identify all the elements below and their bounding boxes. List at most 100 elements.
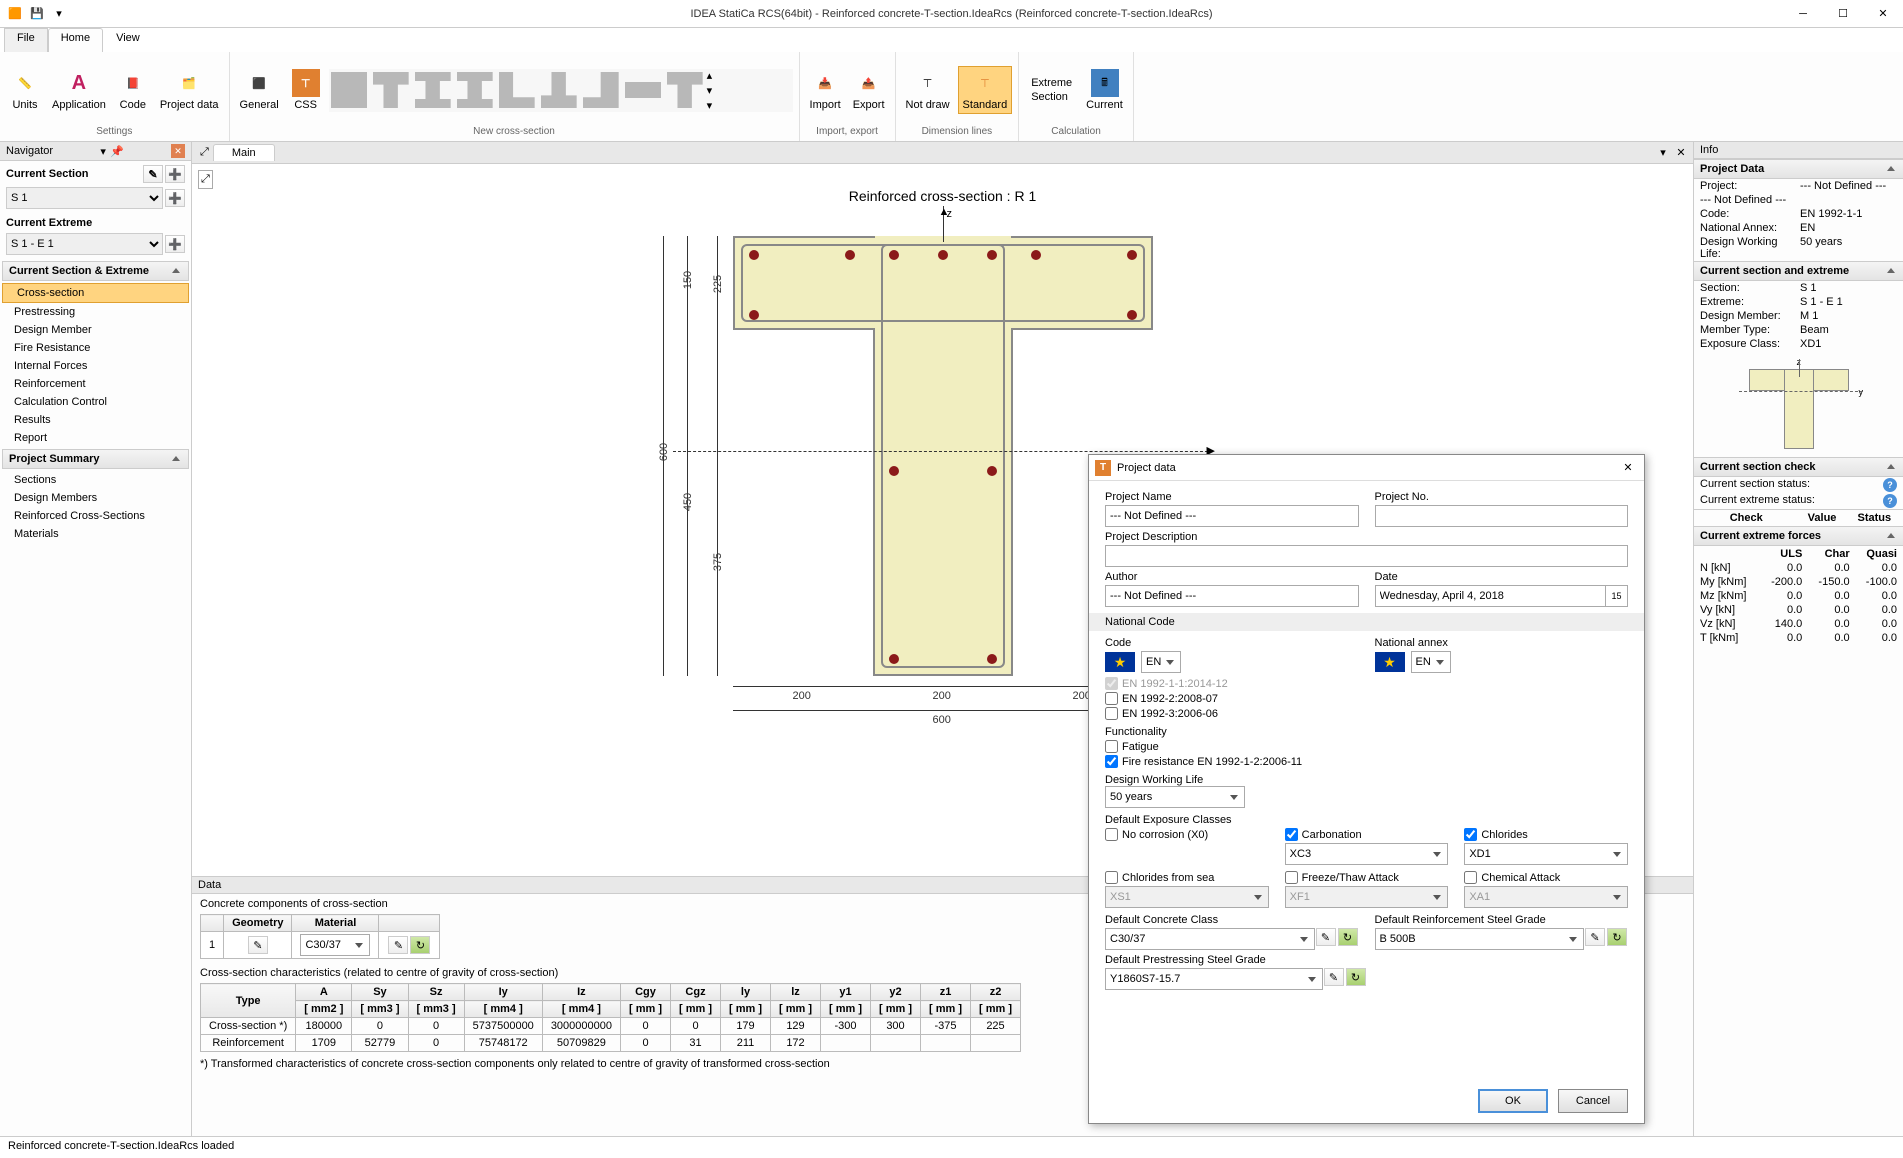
nav-cross-section[interactable]: Cross-section bbox=[2, 283, 189, 303]
code3-checkbox[interactable] bbox=[1105, 707, 1118, 720]
maximize-button[interactable]: ☐ bbox=[1823, 2, 1863, 26]
nav-group-project-summary[interactable]: Project Summary bbox=[2, 449, 189, 469]
cancel-button[interactable]: Cancel bbox=[1558, 1089, 1628, 1113]
project-no-input[interactable] bbox=[1375, 505, 1629, 527]
nav-close-icon[interactable]: ✕ bbox=[171, 144, 185, 158]
general-button[interactable]: ⬛General bbox=[236, 67, 283, 113]
import-button[interactable]: 📥Import bbox=[806, 67, 845, 113]
shape-t-icon[interactable] bbox=[373, 72, 409, 108]
dialog-titlebar[interactable]: T Project data ✕ bbox=[1089, 455, 1644, 481]
info-project-data[interactable]: Project Data bbox=[1694, 159, 1903, 179]
nocorr-checkbox[interactable] bbox=[1105, 828, 1118, 841]
sea-checkbox[interactable] bbox=[1105, 871, 1118, 884]
help-icon[interactable]: ? bbox=[1883, 478, 1897, 492]
units-button[interactable]: 📏Units bbox=[6, 67, 44, 113]
reinf-combo[interactable]: B 500B bbox=[1375, 928, 1585, 950]
nav-prestressing[interactable]: Prestressing bbox=[0, 303, 191, 321]
section-add-icon[interactable]: ➕ bbox=[165, 165, 185, 183]
edit-mat-icon[interactable]: ✎ bbox=[388, 936, 408, 954]
chlor-combo[interactable]: XD1 bbox=[1464, 843, 1628, 865]
working-life-combo[interactable]: 50 years bbox=[1105, 786, 1245, 808]
date-input[interactable] bbox=[1375, 585, 1607, 607]
calendar-icon[interactable]: 15 bbox=[1606, 585, 1628, 607]
section-dup-icon[interactable]: ➕ bbox=[165, 189, 185, 207]
info-cse[interactable]: Current section and extreme bbox=[1694, 261, 1903, 281]
nav-reinforcement[interactable]: Reinforcement bbox=[0, 375, 191, 393]
nav-group-section-extreme[interactable]: Current Section & Extreme bbox=[2, 261, 189, 281]
freeze-checkbox[interactable] bbox=[1285, 871, 1298, 884]
help-icon[interactable]: ? bbox=[1883, 494, 1897, 508]
nav-design-member[interactable]: Design Member bbox=[0, 321, 191, 339]
project-data-button[interactable]: 🗂️Project data bbox=[156, 67, 223, 113]
reload-icon[interactable]: ↻ bbox=[1607, 928, 1627, 946]
nav-materials[interactable]: Materials bbox=[0, 525, 191, 543]
fatigue-checkbox[interactable] bbox=[1105, 740, 1118, 753]
shape-l-icon[interactable] bbox=[499, 72, 535, 108]
shape-t2-icon[interactable] bbox=[667, 72, 703, 108]
reload-icon[interactable]: ↻ bbox=[1338, 928, 1358, 946]
nav-internal-forces[interactable]: Internal Forces bbox=[0, 357, 191, 375]
carb-checkbox[interactable] bbox=[1285, 828, 1298, 841]
description-input[interactable] bbox=[1105, 545, 1628, 567]
shape-i2-icon[interactable] bbox=[457, 72, 493, 108]
pin-icon[interactable]: 📌 bbox=[110, 145, 124, 158]
prestress-combo[interactable]: Y1860S7-15.7 bbox=[1105, 968, 1323, 990]
cross-section-gallery[interactable]: ▴▾▾ bbox=[329, 69, 793, 112]
section-button[interactable]: Section bbox=[1025, 90, 1078, 104]
tab-home-icon[interactable]: ⤢ bbox=[196, 144, 213, 161]
chlor-checkbox[interactable] bbox=[1464, 828, 1477, 841]
shape-rect-icon[interactable] bbox=[331, 72, 367, 108]
notdraw-button[interactable]: ⊤Not draw bbox=[902, 67, 954, 113]
edit-icon[interactable]: ✎ bbox=[1585, 928, 1605, 946]
code2-checkbox[interactable] bbox=[1105, 692, 1118, 705]
nav-report[interactable]: Report bbox=[0, 429, 191, 447]
project-name-input[interactable] bbox=[1105, 505, 1359, 527]
fit-icon[interactable]: ⤢ bbox=[198, 170, 213, 189]
main-close-icon[interactable]: ✕ bbox=[1673, 145, 1689, 161]
standard-button[interactable]: ⊤Standard bbox=[958, 66, 1013, 114]
ok-button[interactable]: OK bbox=[1478, 1089, 1548, 1113]
material-combo[interactable]: C30/37 bbox=[300, 934, 370, 956]
save-icon[interactable]: 💾 bbox=[28, 5, 46, 23]
concrete-combo[interactable]: C30/37 bbox=[1105, 928, 1315, 950]
application-button[interactable]: AApplication bbox=[48, 67, 110, 113]
author-input[interactable] bbox=[1105, 585, 1359, 607]
add-mat-icon[interactable]: ↻ bbox=[410, 936, 430, 954]
nav-fire-resistance[interactable]: Fire Resistance bbox=[0, 339, 191, 357]
chem-checkbox[interactable] bbox=[1464, 871, 1477, 884]
current-section-combo[interactable]: S 1 bbox=[6, 187, 163, 209]
reload-icon[interactable]: ↻ bbox=[1346, 968, 1366, 986]
nav-dropdown-icon[interactable]: ▾ bbox=[100, 145, 106, 158]
shape-slab-icon[interactable] bbox=[625, 82, 661, 98]
nav-results[interactable]: Results bbox=[0, 411, 191, 429]
geometry-cell[interactable]: ✎ bbox=[224, 932, 292, 959]
tab-file[interactable]: File bbox=[4, 28, 48, 52]
nav-reinf-cs[interactable]: Reinforced Cross-Sections bbox=[0, 507, 191, 525]
close-button[interactable]: ✕ bbox=[1863, 2, 1903, 26]
shape-j-icon[interactable] bbox=[583, 72, 619, 108]
shape-invt-icon[interactable] bbox=[541, 72, 577, 108]
export-button[interactable]: 📤Export bbox=[849, 67, 889, 113]
edit-geom-icon[interactable]: ✎ bbox=[248, 936, 268, 954]
code-button[interactable]: 📕Code bbox=[114, 67, 152, 113]
edit-icon[interactable]: ✎ bbox=[1316, 928, 1336, 946]
current-extreme-combo[interactable]: S 1 - E 1 bbox=[6, 233, 163, 255]
nav-design-members[interactable]: Design Members bbox=[0, 489, 191, 507]
qat-dropdown-icon[interactable]: ▾ bbox=[50, 5, 68, 23]
main-dropdown-icon[interactable]: ▾ bbox=[1655, 145, 1671, 161]
annex-combo[interactable]: EN bbox=[1411, 651, 1451, 673]
nav-calc-control[interactable]: Calculation Control bbox=[0, 393, 191, 411]
info-check[interactable]: Current section check bbox=[1694, 457, 1903, 477]
tab-home[interactable]: Home bbox=[48, 28, 103, 52]
edit-icon[interactable]: ✎ bbox=[1324, 968, 1344, 986]
extreme-add-icon[interactable]: ➕ bbox=[165, 235, 185, 253]
main-tab-main[interactable]: Main bbox=[213, 144, 275, 161]
minimize-button[interactable]: ─ bbox=[1783, 2, 1823, 26]
code-combo[interactable]: EN bbox=[1141, 651, 1181, 673]
section-edit-icon[interactable]: ✎ bbox=[143, 165, 163, 183]
dialog-close-icon[interactable]: ✕ bbox=[1618, 461, 1638, 474]
current-button[interactable]: 🖩Current bbox=[1082, 67, 1127, 113]
css-button[interactable]: ⊤CSS bbox=[287, 67, 325, 113]
shape-i-icon[interactable] bbox=[415, 72, 451, 108]
nav-sections[interactable]: Sections bbox=[0, 471, 191, 489]
